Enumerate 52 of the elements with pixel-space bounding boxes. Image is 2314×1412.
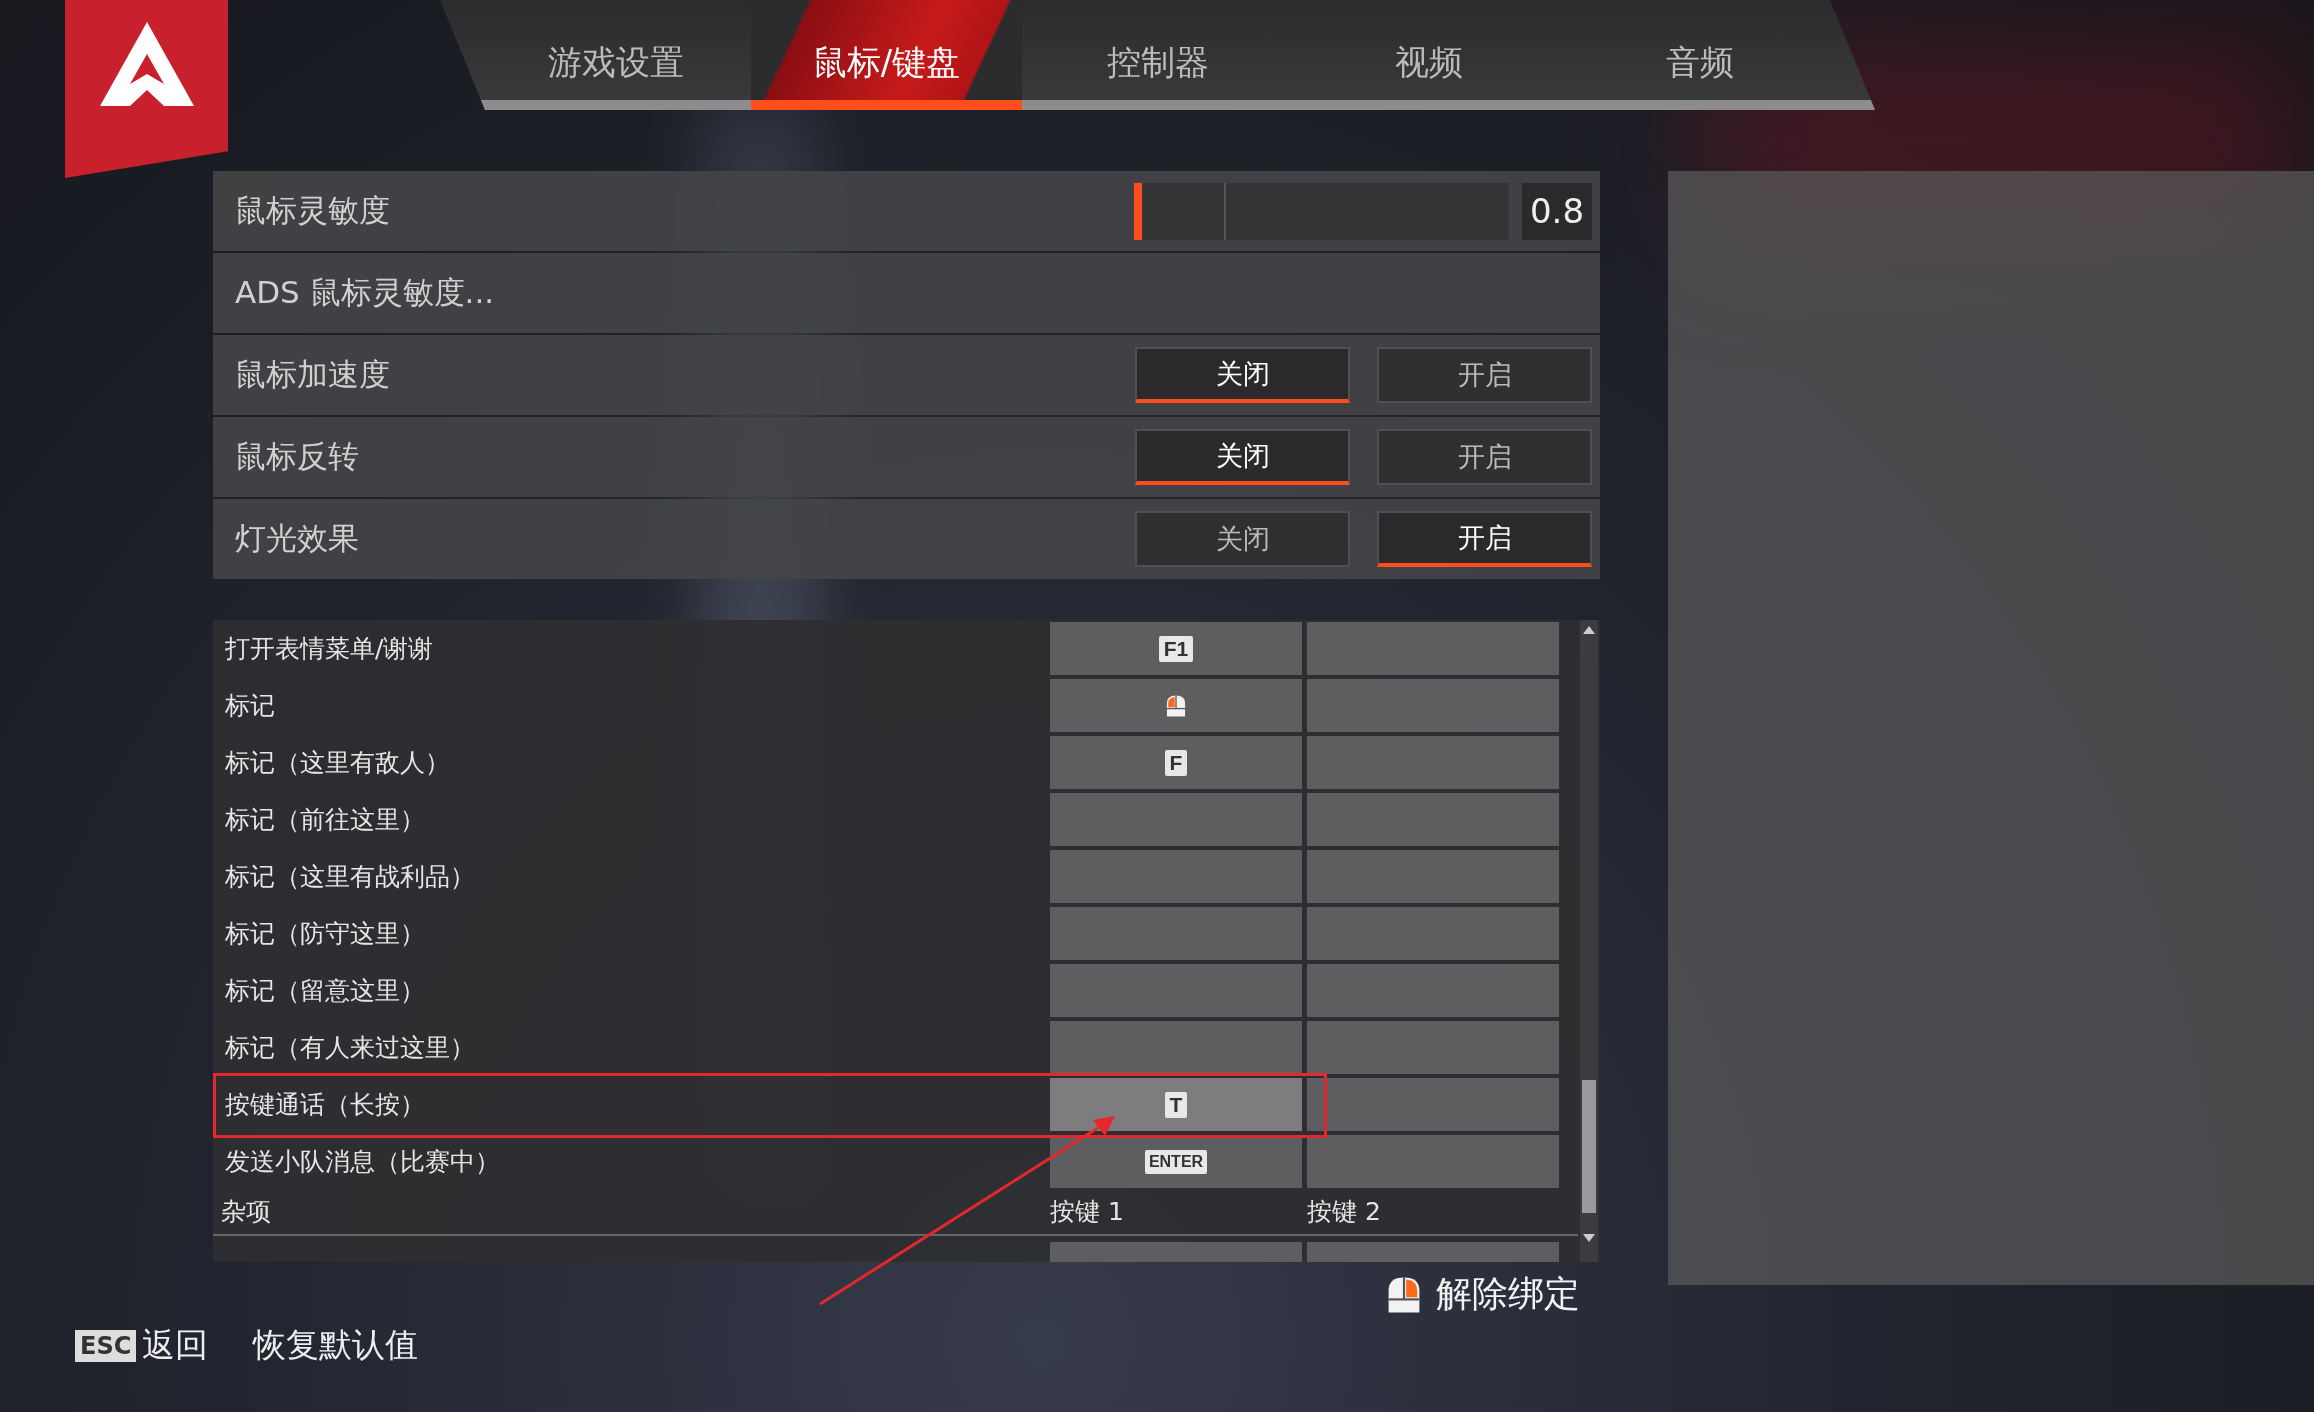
- tab[interactable]: 音频: [1564, 0, 1875, 110]
- option-button[interactable]: 开启: [1377, 511, 1592, 567]
- tab[interactable]: 视频: [1293, 0, 1564, 110]
- binding-slot[interactable]: F1: [1050, 622, 1302, 675]
- key-badge: ESC: [75, 1329, 137, 1362]
- binding-slot[interactable]: ENTER: [1050, 1135, 1302, 1188]
- unbind-hint[interactable]: 解除绑定: [1382, 1270, 1580, 1319]
- action-label: 标记（防守这里）: [224, 918, 426, 950]
- slider[interactable]: [1134, 182, 1509, 240]
- option-button[interactable]: 关闭: [1135, 347, 1350, 403]
- scroll-thumb[interactable]: [1582, 1080, 1596, 1213]
- binding-slot[interactable]: F: [1050, 736, 1302, 789]
- action-label: 标记（留意这里）: [224, 975, 426, 1007]
- key-badge: F: [1164, 749, 1188, 776]
- back-button[interactable]: ESC 返回: [75, 1323, 209, 1368]
- scroll-down-icon[interactable]: [1583, 1234, 1595, 1242]
- scrollbar[interactable]: [1580, 620, 1598, 1262]
- column-header: 按键 2: [1307, 1195, 1382, 1228]
- setting-label: 鼠标反转: [235, 437, 359, 476]
- back-label: 返回: [142, 1324, 209, 1366]
- scroll-up-icon[interactable]: [1583, 626, 1595, 634]
- action-label: 标记（这里有敌人）: [224, 747, 451, 779]
- key-badge: F1: [1158, 635, 1194, 662]
- action-label: 打开表情菜单/谢谢: [224, 633, 435, 665]
- action-label: 标记（有人来过这里）: [224, 1032, 476, 1064]
- slider-value: 0.8: [1522, 182, 1592, 240]
- column-header: 按键 1: [1050, 1195, 1125, 1228]
- section-title: 杂项: [220, 1195, 272, 1228]
- action-label: 按键通话（长按）: [224, 1089, 426, 1121]
- setting-label: 鼠标灵敏度: [235, 191, 390, 230]
- setting-label: 灯光效果: [235, 519, 359, 558]
- tab[interactable]: 游戏设置: [440, 0, 751, 110]
- tab[interactable]: 控制器: [1022, 0, 1293, 110]
- option-button[interactable]: 开启: [1377, 429, 1592, 485]
- key-badge: ENTER: [1144, 1149, 1208, 1174]
- binding-slot[interactable]: T: [1050, 1078, 1302, 1131]
- action-label: 发送小队消息（比赛中）: [224, 1146, 501, 1178]
- setting-label: 鼠标加速度: [235, 355, 390, 394]
- option-button[interactable]: 关闭: [1135, 429, 1350, 485]
- tab[interactable]: 鼠标/键盘: [751, 0, 1022, 110]
- option-button[interactable]: 关闭: [1135, 511, 1350, 567]
- setting-label: ADS 鼠标灵敏度...: [235, 273, 495, 312]
- reset-button[interactable]: 恢复默认值: [253, 1323, 419, 1368]
- binding-slot[interactable]: [1050, 679, 1302, 732]
- action-label: 标记（前往这里）: [224, 804, 426, 836]
- setting-row[interactable]: ADS 鼠标灵敏度...: [213, 253, 1600, 333]
- action-label: 标记: [224, 690, 276, 722]
- a-logo-icon: [99, 22, 194, 106]
- option-button[interactable]: 开启: [1377, 347, 1592, 403]
- unbind-label: 解除绑定: [1436, 1272, 1580, 1316]
- key-badge: T: [1164, 1091, 1188, 1118]
- action-label: 标记（这里有战利品）: [224, 861, 476, 893]
